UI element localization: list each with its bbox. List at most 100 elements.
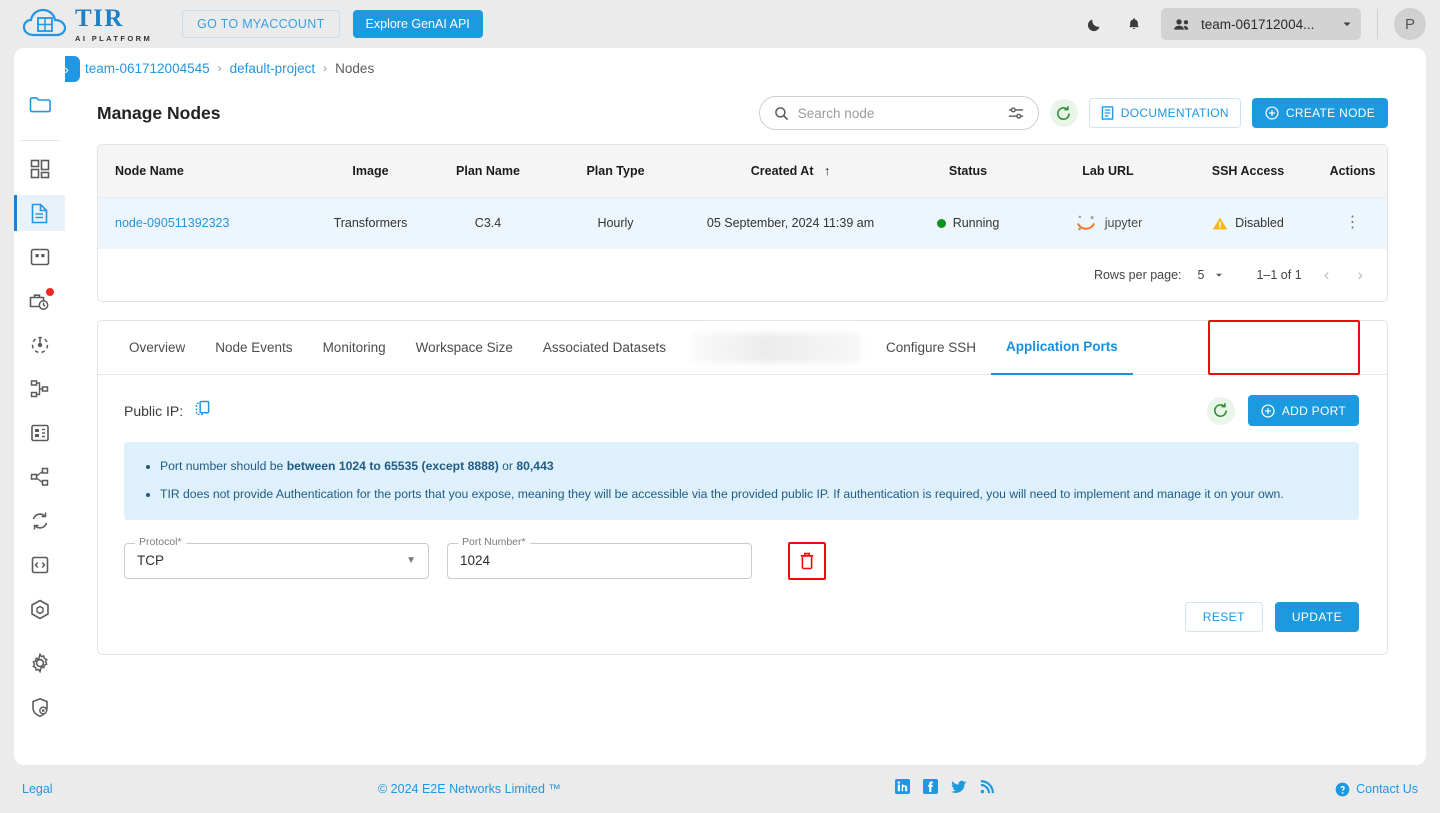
notice-mid: or	[498, 459, 517, 473]
sidebar-item-share[interactable]	[14, 459, 65, 495]
column-plan-type[interactable]: Plan Type	[548, 145, 683, 197]
protocol-field: Protocol* TCP ▼	[124, 535, 429, 579]
documentation-button[interactable]: DOCUMENTATION	[1088, 98, 1241, 128]
pagination-next-button[interactable]: ›	[1351, 265, 1369, 285]
rss-icon[interactable]	[980, 779, 994, 799]
table-header-row: Node Name Image Plan Name Plan Type Crea…	[98, 145, 1387, 197]
column-image[interactable]: Image	[313, 145, 428, 197]
sidebar-item-cube[interactable]	[14, 591, 65, 627]
protocol-label: Protocol*	[135, 535, 186, 548]
notice-bold-range: between 1024 to 65535 (except 8888)	[286, 459, 499, 473]
sidebar-item-security[interactable]	[14, 689, 65, 725]
public-ip-row: Public IP: ADD PORT	[124, 395, 1359, 426]
notice-item-authentication: TIR does not provide Authentication for …	[160, 484, 1339, 505]
page-header: Manage Nodes Search node DOCUMENTATION C…	[65, 88, 1426, 130]
chevron-down-icon	[1343, 22, 1351, 26]
chevron-down-icon: ▼	[406, 555, 416, 567]
top-bar-right: team-061712004... P	[1081, 8, 1426, 40]
app-logo[interactable]: TIR AI PLATFORM	[22, 6, 152, 43]
create-node-button[interactable]: CREATE NODE	[1251, 98, 1388, 128]
add-port-button[interactable]: ADD PORT	[1247, 395, 1359, 426]
sidebar-collapse-button[interactable]: »	[65, 56, 80, 82]
linkedin-icon[interactable]	[895, 779, 910, 799]
search-input[interactable]	[797, 105, 999, 121]
tab-configure-ssh[interactable]: Configure SSH	[871, 321, 991, 375]
chevron-down-icon	[1216, 273, 1223, 277]
go-to-myaccount-button[interactable]: GO TO MYACCOUNT	[182, 10, 340, 38]
table-row[interactable]: node-090511392323 Transformers C3.4 Hour…	[98, 196, 1387, 249]
cell-lab-url: jupyter	[1038, 196, 1178, 249]
reset-button[interactable]: RESET	[1184, 601, 1263, 632]
bell-icon[interactable]	[1121, 11, 1147, 37]
people-icon	[1174, 18, 1189, 30]
column-node-name[interactable]: Node Name	[98, 145, 313, 197]
hub-icon	[31, 336, 48, 354]
warning-triangle-icon	[1213, 217, 1228, 230]
sidebar-item-sync[interactable]	[14, 503, 65, 539]
jupyter-lab-link[interactable]: jupyter	[1042, 211, 1174, 235]
breadcrumb-item-project[interactable]: default-project	[230, 61, 316, 76]
copy-icon[interactable]	[195, 400, 210, 421]
sidebar-item-hub[interactable]	[14, 327, 65, 363]
sidebar-item-pipelines[interactable]	[14, 371, 65, 407]
sidebar-item-nodes[interactable]	[14, 195, 65, 231]
port-number-input[interactable]	[460, 553, 739, 569]
main-content: » team-061712004545 › default-project › …	[65, 48, 1426, 765]
pagination-prev-button[interactable]: ‹	[1318, 265, 1336, 285]
legal-link[interactable]: Legal	[22, 782, 53, 796]
sidebar-item-code[interactable]	[14, 547, 65, 583]
app-shell: » team-061712004545 › default-project › …	[0, 48, 1440, 765]
shield-lock-icon	[31, 697, 48, 717]
port-number-input-wrap[interactable]	[447, 542, 752, 579]
column-plan-name[interactable]: Plan Name	[428, 145, 548, 197]
plus-circle-icon	[1261, 403, 1275, 418]
facebook-icon[interactable]	[923, 779, 938, 799]
tab-overview[interactable]: Overview	[114, 321, 200, 375]
column-status[interactable]: Status	[898, 145, 1038, 197]
refresh-nodes-button[interactable]	[1049, 99, 1078, 127]
top-bar: TIR AI PLATFORM GO TO MYACCOUNT Explore …	[0, 0, 1440, 48]
explore-genai-api-button[interactable]: Explore GenAI API	[352, 10, 483, 38]
search-box[interactable]	[758, 96, 1039, 130]
node-detail-card: Overview Node Events Monitoring Workspac…	[97, 320, 1388, 655]
row-actions-menu-button[interactable]: ⋮	[1345, 214, 1361, 231]
team-selector[interactable]: team-061712004...	[1161, 8, 1361, 40]
column-lab-url[interactable]: Lab URL	[1038, 145, 1178, 197]
tab-application-ports[interactable]: Application Ports	[991, 321, 1133, 375]
sidebar-item-settings[interactable]	[14, 645, 65, 681]
refresh-icon	[1214, 403, 1228, 417]
status-badge: Running	[952, 216, 1000, 231]
refresh-ports-button[interactable]	[1206, 396, 1235, 425]
social-links	[895, 779, 994, 799]
table-body: node-090511392323 Transformers C3.4 Hour…	[98, 196, 1387, 249]
sidebar-item-servers[interactable]	[14, 415, 65, 451]
tab-workspace-size[interactable]: Workspace Size	[401, 321, 528, 375]
sidebar-item-grid-box[interactable]	[14, 239, 65, 275]
port-form-row: Protocol* TCP ▼ Port Number*	[124, 535, 1359, 580]
filter-settings-icon	[1008, 106, 1023, 119]
update-button[interactable]: UPDATE	[1274, 601, 1359, 632]
twitter-icon[interactable]	[951, 780, 967, 799]
jupyter-label: jupyter	[1104, 216, 1143, 231]
contact-us-link[interactable]: Contact Us	[1335, 782, 1418, 797]
search-icon	[774, 106, 788, 120]
rows-per-page-select[interactable]: 5	[1198, 268, 1225, 282]
sidebar-item-dashboard[interactable]	[14, 151, 65, 187]
column-created-at[interactable]: Created At ↑	[683, 145, 898, 197]
avatar[interactable]: P	[1394, 8, 1426, 40]
tab-monitoring[interactable]: Monitoring	[308, 321, 401, 375]
notification-badge	[46, 288, 54, 296]
column-ssh-access[interactable]: SSH Access	[1178, 145, 1318, 197]
team-name-label: team-061712004...	[1201, 16, 1315, 32]
delete-port-button[interactable]	[788, 541, 826, 580]
tab-associated-datasets[interactable]: Associated Datasets	[528, 321, 681, 375]
node-name-link[interactable]: node-090511392323	[115, 216, 229, 230]
tab-node-events[interactable]: Node Events	[200, 321, 307, 375]
cell-plan-type: Hourly	[548, 196, 683, 249]
tab-redacted[interactable]	[690, 332, 861, 363]
sidebar-item-jobs[interactable]	[14, 283, 65, 319]
moon-icon[interactable]	[1081, 11, 1107, 37]
protocol-select[interactable]: TCP ▼	[124, 542, 429, 579]
sidebar-item-folder[interactable]	[14, 86, 65, 122]
breadcrumb-item-team[interactable]: team-061712004545	[85, 61, 210, 76]
